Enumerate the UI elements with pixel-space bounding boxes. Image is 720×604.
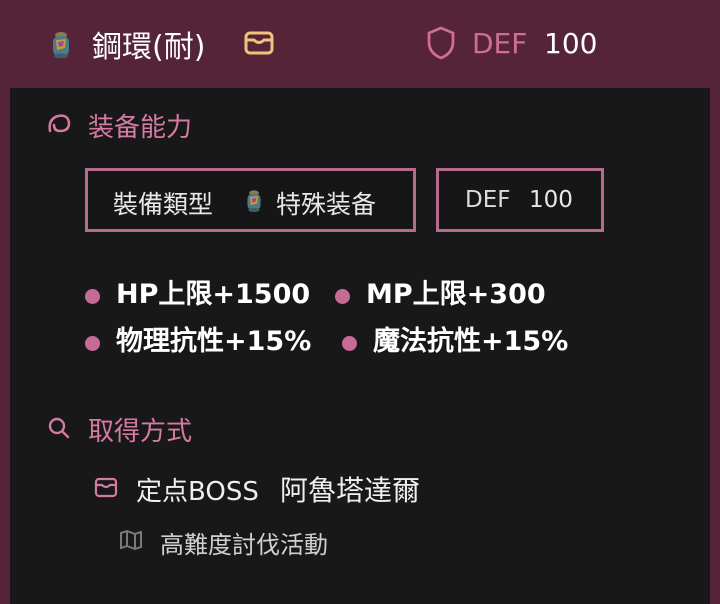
gem-jar-icon — [53, 32, 69, 59]
stat-phys-res: 物理抗性+15% — [116, 326, 312, 357]
item-header: 鋼環(耐) DEF 100 — [10, 0, 710, 88]
ability-section-title: 装备能力 — [88, 113, 193, 143]
item-card: 鋼環(耐) DEF 100 装备能力 裝備類型 特殊装备 DEF 100 HP上… — [0, 0, 720, 604]
item-name: 鋼環(耐) — [92, 30, 206, 65]
equip-type-box: 裝備類型 特殊装备 — [85, 168, 416, 232]
gem-jar-icon — [247, 190, 261, 213]
equip-type-value: 特殊装备 — [276, 190, 377, 219]
stat-bullet — [342, 336, 357, 351]
shield-icon — [427, 26, 455, 60]
sub-source: 高難度討伐活動 — [160, 531, 328, 559]
stat-bullet — [85, 289, 100, 304]
header-def-label: DEF — [472, 27, 528, 60]
stat-bullet — [85, 336, 100, 351]
boss-name[interactable]: 阿魯塔達爾 — [280, 469, 420, 509]
map-icon — [120, 529, 142, 551]
stat-magic-res: 魔法抗性+15% — [373, 326, 569, 357]
def-box-label: DEF — [465, 187, 511, 213]
stat-bullet — [335, 289, 350, 304]
pouch-icon[interactable] — [244, 30, 274, 56]
source-type: 定点BOSS — [136, 477, 259, 507]
def-box-value: 100 — [529, 187, 573, 213]
def-box: DEF 100 — [436, 168, 604, 232]
acquire-section-title: 取得方式 — [88, 417, 193, 447]
swirl-icon — [48, 114, 71, 133]
stat-mp: MP上限+300 — [366, 279, 546, 310]
stat-hp: HP上限+1500 — [116, 279, 311, 310]
chest-icon — [94, 477, 118, 498]
search-icon — [48, 417, 70, 439]
equip-type-label: 裝備類型 — [113, 190, 214, 219]
header-def-value: 100 — [544, 27, 598, 60]
